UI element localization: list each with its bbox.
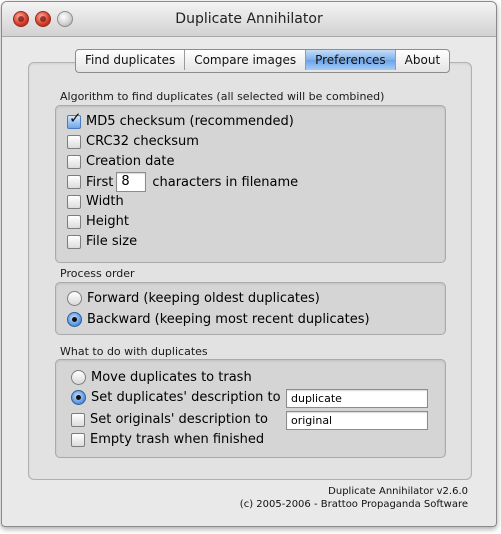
forward-label: Forward (keeping oldest duplicates) — [87, 291, 320, 306]
backward-option[interactable]: Backward (keeping most recent duplicates… — [67, 312, 370, 327]
height-label: Height — [86, 214, 129, 229]
set-dup-description-option[interactable]: Set duplicates' description to — [71, 390, 281, 405]
set-dup-description-label: Set duplicates' description to — [91, 390, 281, 405]
empty-trash-option[interactable]: Empty trash when finished — [71, 432, 264, 447]
process-order-group — [55, 282, 446, 335]
process-order-heading: Process order — [60, 267, 135, 280]
title-bar[interactable]: Duplicate Annihilator — [2, 2, 496, 37]
checkmark-icon: ✓ — [69, 108, 82, 127]
crc32-label: CRC32 checksum — [86, 134, 199, 149]
creation-date-checkbox[interactable] — [67, 154, 81, 169]
height-checkbox[interactable] — [67, 214, 81, 229]
height-option[interactable]: Height — [67, 214, 129, 229]
algorithm-heading: Algorithm to find duplicates (all select… — [60, 90, 385, 103]
move-to-trash-option[interactable]: Move duplicates to trash — [71, 370, 252, 385]
backward-radio[interactable] — [67, 312, 82, 327]
duplicate-description-input[interactable]: duplicate — [286, 389, 428, 408]
file-size-label: File size — [86, 234, 138, 249]
md5-label: MD5 checksum (recommended) — [86, 114, 294, 129]
file-size-checkbox[interactable] — [67, 234, 81, 249]
forward-option[interactable]: Forward (keeping oldest duplicates) — [67, 291, 320, 306]
filename-chars-input[interactable]: 8 — [116, 172, 147, 192]
filename-chars-checkbox[interactable] — [67, 175, 81, 189]
tab-bar: Find duplicates Compare images Preferenc… — [75, 49, 451, 73]
filename-chars-option[interactable]: First 8 characters in filename — [67, 172, 298, 192]
empty-trash-label: Empty trash when finished — [90, 432, 265, 447]
duplicates-action-heading: What to do with duplicates — [60, 345, 208, 358]
tab-compare-images[interactable]: Compare images — [185, 50, 307, 70]
copyright-text: (c) 2005-2006 - Brattoo Propaganda Softw… — [239, 499, 468, 510]
crc32-checkbox[interactable] — [67, 134, 81, 149]
md5-option[interactable]: ✓ MD5 checksum (recommended) — [67, 110, 294, 129]
file-size-option[interactable]: File size — [67, 234, 137, 249]
backward-label: Backward (keeping most recent duplicates… — [87, 312, 370, 327]
version-text: Duplicate Annihilator v2.6.0 — [328, 486, 468, 497]
tab-about[interactable]: About — [396, 50, 449, 70]
original-description-input[interactable]: original — [286, 411, 428, 430]
md5-checkbox[interactable]: ✓ — [67, 110, 82, 129]
filename-chars-label-before: First — [86, 174, 114, 190]
move-to-trash-radio[interactable] — [71, 370, 86, 385]
set-orig-description-label: Set originals' description to — [90, 412, 269, 427]
tab-preferences[interactable]: Preferences — [306, 50, 396, 70]
move-to-trash-label: Move duplicates to trash — [91, 370, 252, 385]
width-checkbox[interactable] — [67, 194, 81, 209]
set-dup-description-radio[interactable] — [71, 390, 86, 405]
filename-chars-label-after: characters in filename — [152, 174, 299, 190]
width-option[interactable]: Width — [67, 194, 124, 209]
creation-date-label: Creation date — [86, 154, 175, 169]
app-window: Duplicate Annihilator Find duplicates Co… — [1, 1, 497, 527]
width-label: Width — [86, 194, 124, 209]
forward-radio[interactable] — [67, 291, 82, 306]
tab-find-duplicates[interactable]: Find duplicates — [76, 50, 186, 70]
empty-trash-checkbox[interactable] — [71, 432, 85, 447]
radio-dot-icon — [76, 395, 81, 400]
radio-dot-icon — [72, 317, 77, 322]
set-orig-description-checkbox[interactable] — [71, 412, 85, 427]
set-orig-description-option[interactable]: Set originals' description to — [71, 412, 268, 427]
window-title: Duplicate Annihilator — [175, 11, 323, 27]
creation-date-option[interactable]: Creation date — [67, 154, 174, 169]
crc32-option[interactable]: CRC32 checksum — [67, 134, 199, 149]
